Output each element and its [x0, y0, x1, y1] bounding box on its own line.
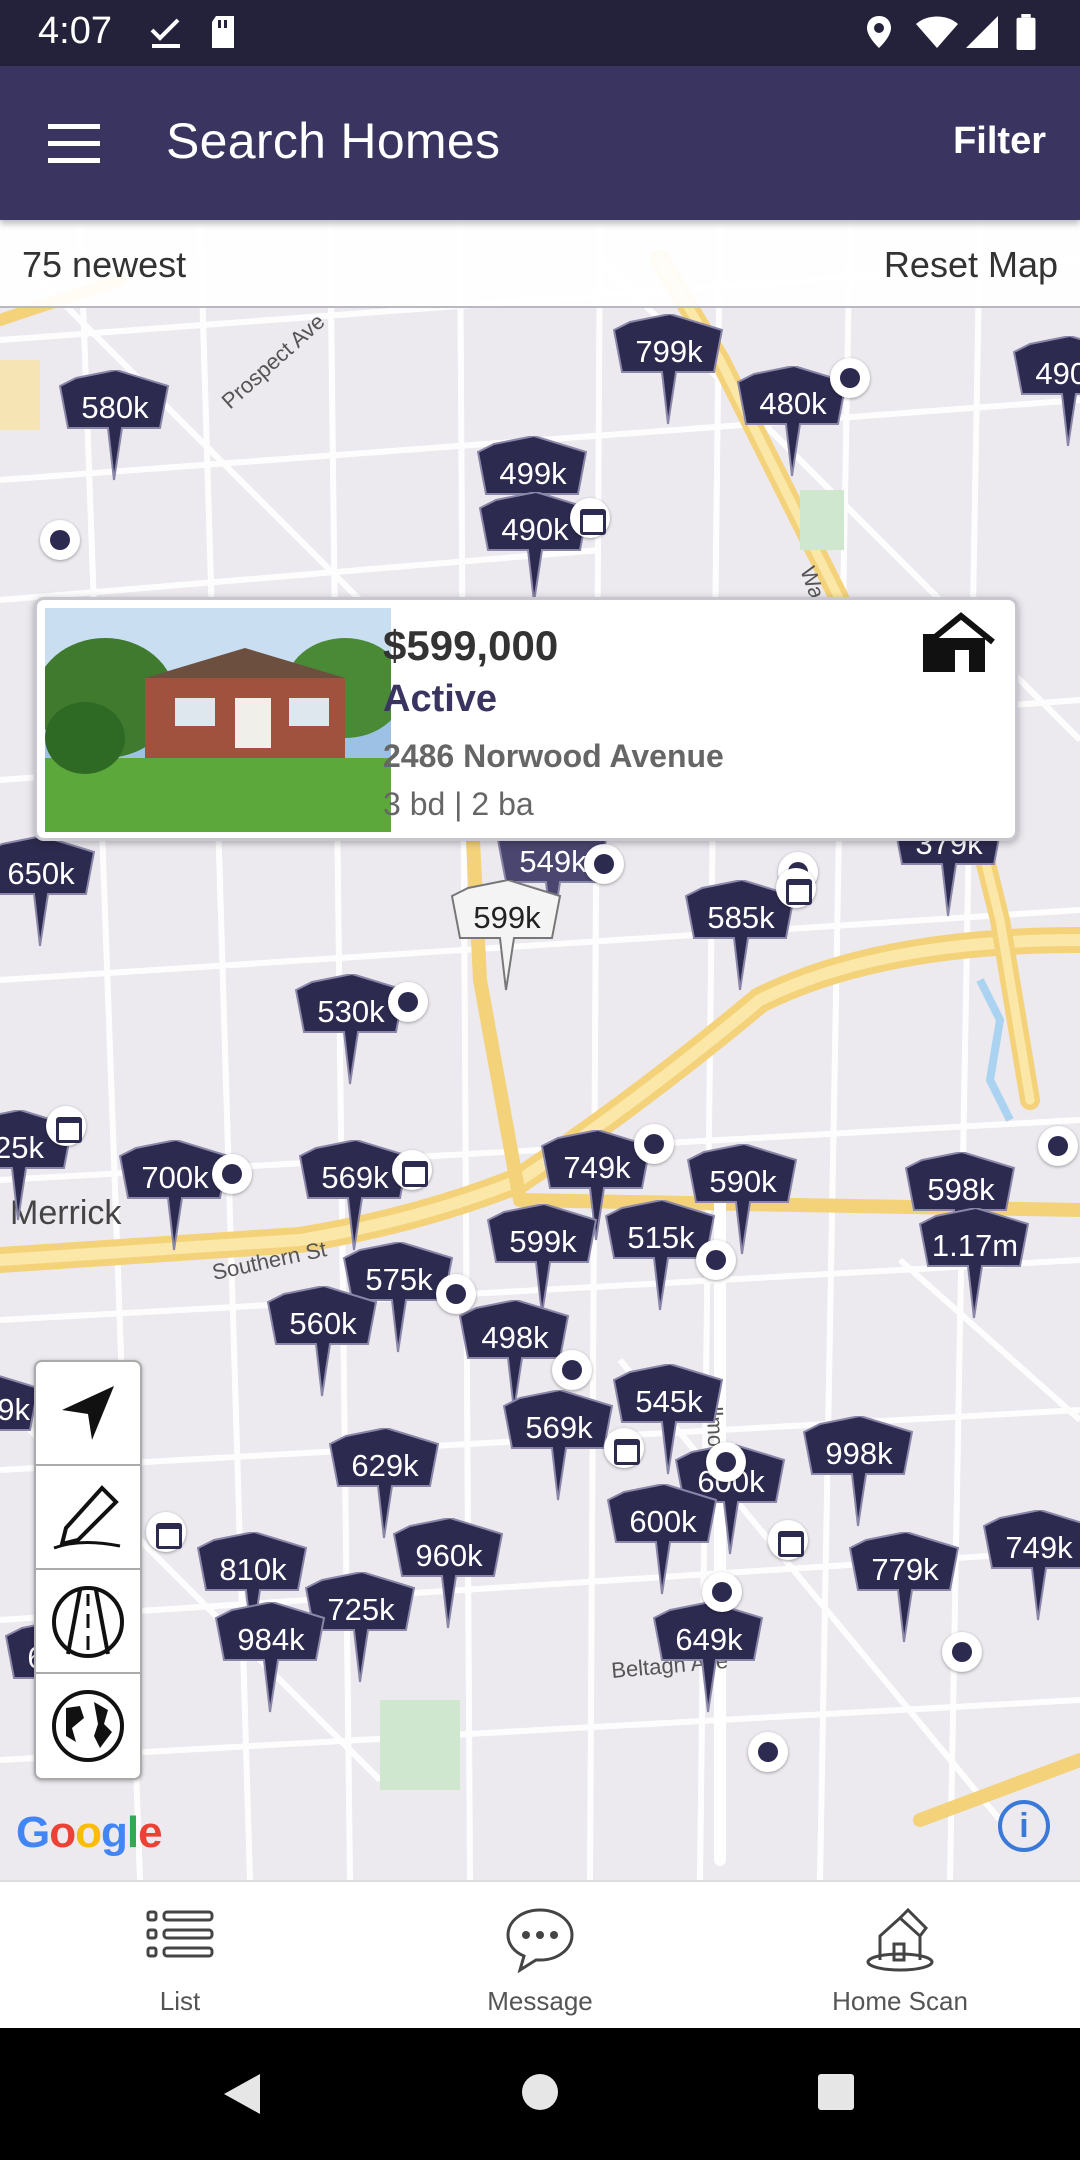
price-pin[interactable]: 649k	[650, 1602, 770, 1732]
calendar-icon	[146, 1512, 186, 1552]
google-logo: Google	[16, 1808, 163, 1857]
my-location-button[interactable]	[36, 1362, 140, 1466]
price-pin[interactable]: 799k	[610, 314, 730, 444]
open-house-dot	[212, 1154, 252, 1194]
draw-area-button[interactable]	[36, 1466, 140, 1570]
sd-card-icon	[212, 16, 234, 48]
open-house-dot	[436, 1274, 476, 1314]
back-icon[interactable]	[218, 2070, 266, 2118]
home-scan-icon	[866, 1907, 934, 1972]
globe-icon	[52, 1690, 124, 1762]
listing-status: Active	[383, 678, 498, 720]
price-pin[interactable]: 1.17m	[916, 1208, 1036, 1338]
open-house-dot	[552, 1350, 592, 1390]
open-house-dot	[748, 1732, 788, 1772]
nav-message[interactable]: Message	[360, 1882, 720, 2030]
price-pin[interactable]: 998k	[800, 1416, 920, 1546]
home-icon[interactable]	[520, 2072, 560, 2112]
location-icon	[867, 16, 891, 48]
nav-home-scan-label: Home Scan	[832, 1986, 968, 2016]
price-pin-selected[interactable]: 599k	[448, 880, 568, 1010]
navigation-arrow-icon	[62, 1386, 114, 1440]
reset-map-button[interactable]: Reset Map	[884, 244, 1058, 286]
status-time: 4:07	[38, 10, 112, 52]
calendar-icon	[768, 1520, 808, 1560]
task-done-icon	[150, 18, 180, 48]
calendar-icon	[46, 1106, 86, 1146]
open-house-dot	[702, 1572, 742, 1612]
listing-popup[interactable]: $599,000 Active 2486 Norwood Avenue 3 bd…	[34, 597, 1018, 841]
draw-pencil-icon	[53, 1485, 121, 1550]
nav-message-label: Message	[487, 1986, 593, 2016]
nav-list-label: List	[159, 1986, 201, 2016]
road-icon	[52, 1586, 124, 1658]
filter-button[interactable]: Filter	[953, 120, 1046, 163]
open-house-dot	[830, 358, 870, 398]
listing-price: $599,000	[383, 622, 559, 669]
map-road-view-button[interactable]	[36, 1570, 140, 1674]
system-navigation-bar	[0, 2028, 1080, 2160]
open-house-dot	[706, 1442, 746, 1482]
menu-icon[interactable]	[48, 122, 104, 166]
bottom-navigation: List Message Home Scan	[0, 1880, 1080, 2028]
nav-home-scan[interactable]: Home Scan	[720, 1882, 1080, 2030]
results-count: 75 newest	[22, 244, 187, 285]
open-house-dot	[942, 1632, 982, 1672]
listing-photo	[45, 608, 391, 832]
calendar-icon	[570, 498, 610, 538]
status-bar: 4:07	[0, 0, 1080, 66]
calendar-icon	[604, 1428, 644, 1468]
price-pin[interactable]: 749k	[980, 1510, 1080, 1640]
listing-beds-baths: 3 bd | 2 ba	[383, 786, 534, 822]
calendar-icon	[776, 868, 816, 908]
list-icon	[146, 1910, 214, 1958]
price-pin[interactable]: 490k	[1010, 336, 1080, 466]
page-title: Search Homes	[166, 113, 501, 169]
price-pin[interactable]: 650k	[0, 836, 102, 966]
listing-address: 2486 Norwood Avenue	[383, 738, 724, 774]
price-pin[interactable]: 569k	[500, 1390, 620, 1520]
price-pin[interactable]: 560k	[264, 1286, 384, 1416]
signal-icon	[966, 16, 998, 48]
price-pin[interactable]: 984k	[212, 1602, 332, 1732]
app-bar: Search Homes Filter	[0, 66, 1080, 220]
wifi-icon	[916, 16, 958, 48]
battery-icon	[1016, 14, 1036, 50]
results-bar: 75 newest Reset Map	[0, 220, 1080, 308]
chat-bubble-icon	[506, 1908, 574, 1974]
map-view[interactable]: Prospect Ave Southern St Beltagh Ave Bel…	[0, 220, 1080, 1880]
calendar-icon	[392, 1150, 432, 1190]
satellite-view-button[interactable]	[36, 1674, 140, 1778]
open-house-dot	[634, 1124, 674, 1164]
map-tools	[34, 1360, 142, 1780]
open-house-dot	[1038, 1126, 1078, 1166]
map-info-button[interactable]: i	[998, 1800, 1050, 1852]
recents-icon[interactable]	[816, 2072, 856, 2112]
nav-list[interactable]: List	[0, 1882, 360, 2030]
house-icon	[923, 612, 995, 672]
price-pin[interactable]: 580k	[56, 370, 176, 500]
open-house-dot	[696, 1240, 736, 1280]
open-house-dot	[584, 844, 624, 884]
open-house-dot	[388, 982, 428, 1022]
open-house-dot	[40, 520, 80, 560]
